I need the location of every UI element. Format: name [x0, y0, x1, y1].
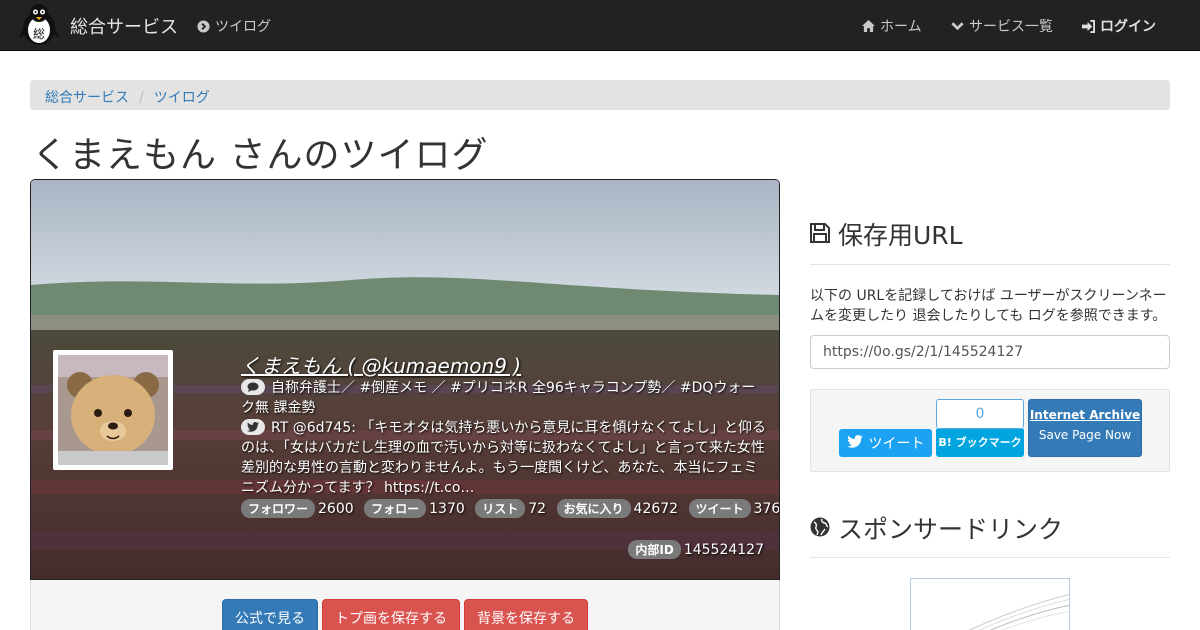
hatena-bookmark-button[interactable]: B! ブックマーク: [936, 429, 1024, 457]
nav-login[interactable]: ログイン: [1082, 16, 1156, 36]
nav-home[interactable]: ホーム: [862, 16, 922, 36]
save-url-description: 以下の URLを記録しておけば ユーザーがスクリーンネームを変更したり 退会した…: [810, 288, 1167, 324]
globe-icon: [810, 514, 830, 543]
stat-tweets-label: ツイート: [688, 499, 751, 518]
sponsor-title: スポンサードリンク: [838, 515, 1064, 544]
tweet-share-label: ツイート: [868, 436, 925, 452]
nav-tweet-log-label: ツイログ: [215, 19, 271, 35]
save-url-title: 保存用URL: [838, 221, 963, 250]
stat-followers-label: フォロワー: [241, 499, 316, 518]
latest-tweet-text: RT @6d745: 「キモオタは気持ち悪いから意見に耳を傾けなくてよし」と仰る…: [241, 420, 766, 496]
sign-in-icon: [1082, 19, 1095, 33]
internal-id-label: 内部ID: [628, 540, 681, 559]
brand-link[interactable]: 総合サービス: [70, 13, 178, 39]
stat-following-value: 1370: [429, 501, 465, 517]
bear-avatar-image: [58, 355, 168, 465]
breadcrumb-item-home[interactable]: 総合サービス: [45, 90, 129, 106]
save-url-heading: 保存用URL: [810, 216, 963, 252]
nav-tweet-log[interactable]: ツイログ: [197, 16, 271, 36]
divider: [810, 557, 1170, 558]
chevron-circle-right-icon: [197, 19, 210, 33]
internet-archive-button[interactable]: Internet Archive Save Page Now: [1028, 399, 1142, 457]
page-title: くまえもん さんのツイログ: [32, 135, 489, 176]
comment-icon: [241, 379, 265, 395]
nav-services-label: サービス一覧: [969, 19, 1053, 35]
stat-favorites-value: 42672: [633, 501, 679, 517]
latest-tweet: RT @6d745: 「キモオタは気持ち悪いから意見に耳を傾けなくてよし」と仰る…: [241, 418, 769, 498]
twitter-bird-icon: [241, 419, 265, 435]
logo-char: 総: [33, 27, 45, 41]
stat-tweets-value: 37666: [753, 501, 780, 517]
nav-home-label: ホーム: [880, 19, 922, 35]
profile-bio-text: 自称弁護士／ #倒産メモ ／ #プリコネR 全96キャラコンプ勢／ #DQウォー…: [241, 380, 756, 416]
chevron-down-icon: [951, 21, 964, 31]
breadcrumb: 総合サービス / ツイログ: [30, 80, 1170, 110]
profile-bio: 自称弁護士／ #倒産メモ ／ #プリコネR 全96キャラコンプ勢／ #DQウォー…: [241, 378, 769, 418]
floppy-disk-icon: [810, 220, 830, 249]
internal-id: 内部ID 145524127: [628, 540, 764, 559]
profile-card: くまえもん ( @kumaemon9 ) 自称弁護士／ #倒産メモ ／ #プリコ…: [30, 179, 780, 580]
divider: [810, 264, 1170, 265]
internet-archive-title: Internet Archive: [1029, 408, 1141, 422]
stat-followers-value: 2600: [318, 501, 354, 517]
save-url-input[interactable]: [810, 335, 1170, 369]
ad-image: [968, 594, 1069, 630]
internet-archive-subtitle: Save Page Now: [1038, 428, 1132, 442]
profile-name-link[interactable]: くまえもん ( @kumaemon9 ): [241, 350, 521, 379]
sponsor-heading: スポンサードリンク: [810, 510, 1063, 546]
navbar: 総 総合サービス ツイログ ホーム サービス一覧 ログイン: [0, 0, 1200, 51]
sponsored-ad[interactable]: [910, 578, 1070, 630]
tweet-share-button[interactable]: ツイート: [839, 429, 932, 457]
view-official-button[interactable]: 公式で見る: [222, 599, 318, 630]
avatar[interactable]: [53, 350, 173, 470]
stat-favorites-label: お気に入り: [556, 499, 631, 518]
save-avatar-button[interactable]: トプ画を保存する: [322, 599, 460, 630]
breadcrumb-item-tweet-log[interactable]: ツイログ: [154, 90, 210, 106]
twitter-bird-icon: [846, 434, 863, 452]
internal-id-value: 145524127: [683, 542, 764, 558]
penguin-logo-icon[interactable]: 総: [18, 2, 60, 46]
stat-lists-label: リスト: [475, 499, 526, 518]
save-background-button[interactable]: 背景を保存する: [464, 599, 588, 630]
breadcrumb-separator: /: [139, 90, 144, 106]
stat-lists-value: 72: [528, 501, 547, 517]
nav-login-label: ログイン: [1100, 19, 1156, 35]
nav-services[interactable]: サービス一覧: [951, 16, 1053, 36]
stat-following-label: フォロー: [364, 499, 427, 518]
profile-stats: フォロワー 2600 フォロー 1370 リスト 72 お気に入り 42672 ツイート…: [241, 499, 780, 518]
hatena-bookmark-count: 0: [936, 399, 1024, 429]
home-icon: [862, 20, 875, 32]
